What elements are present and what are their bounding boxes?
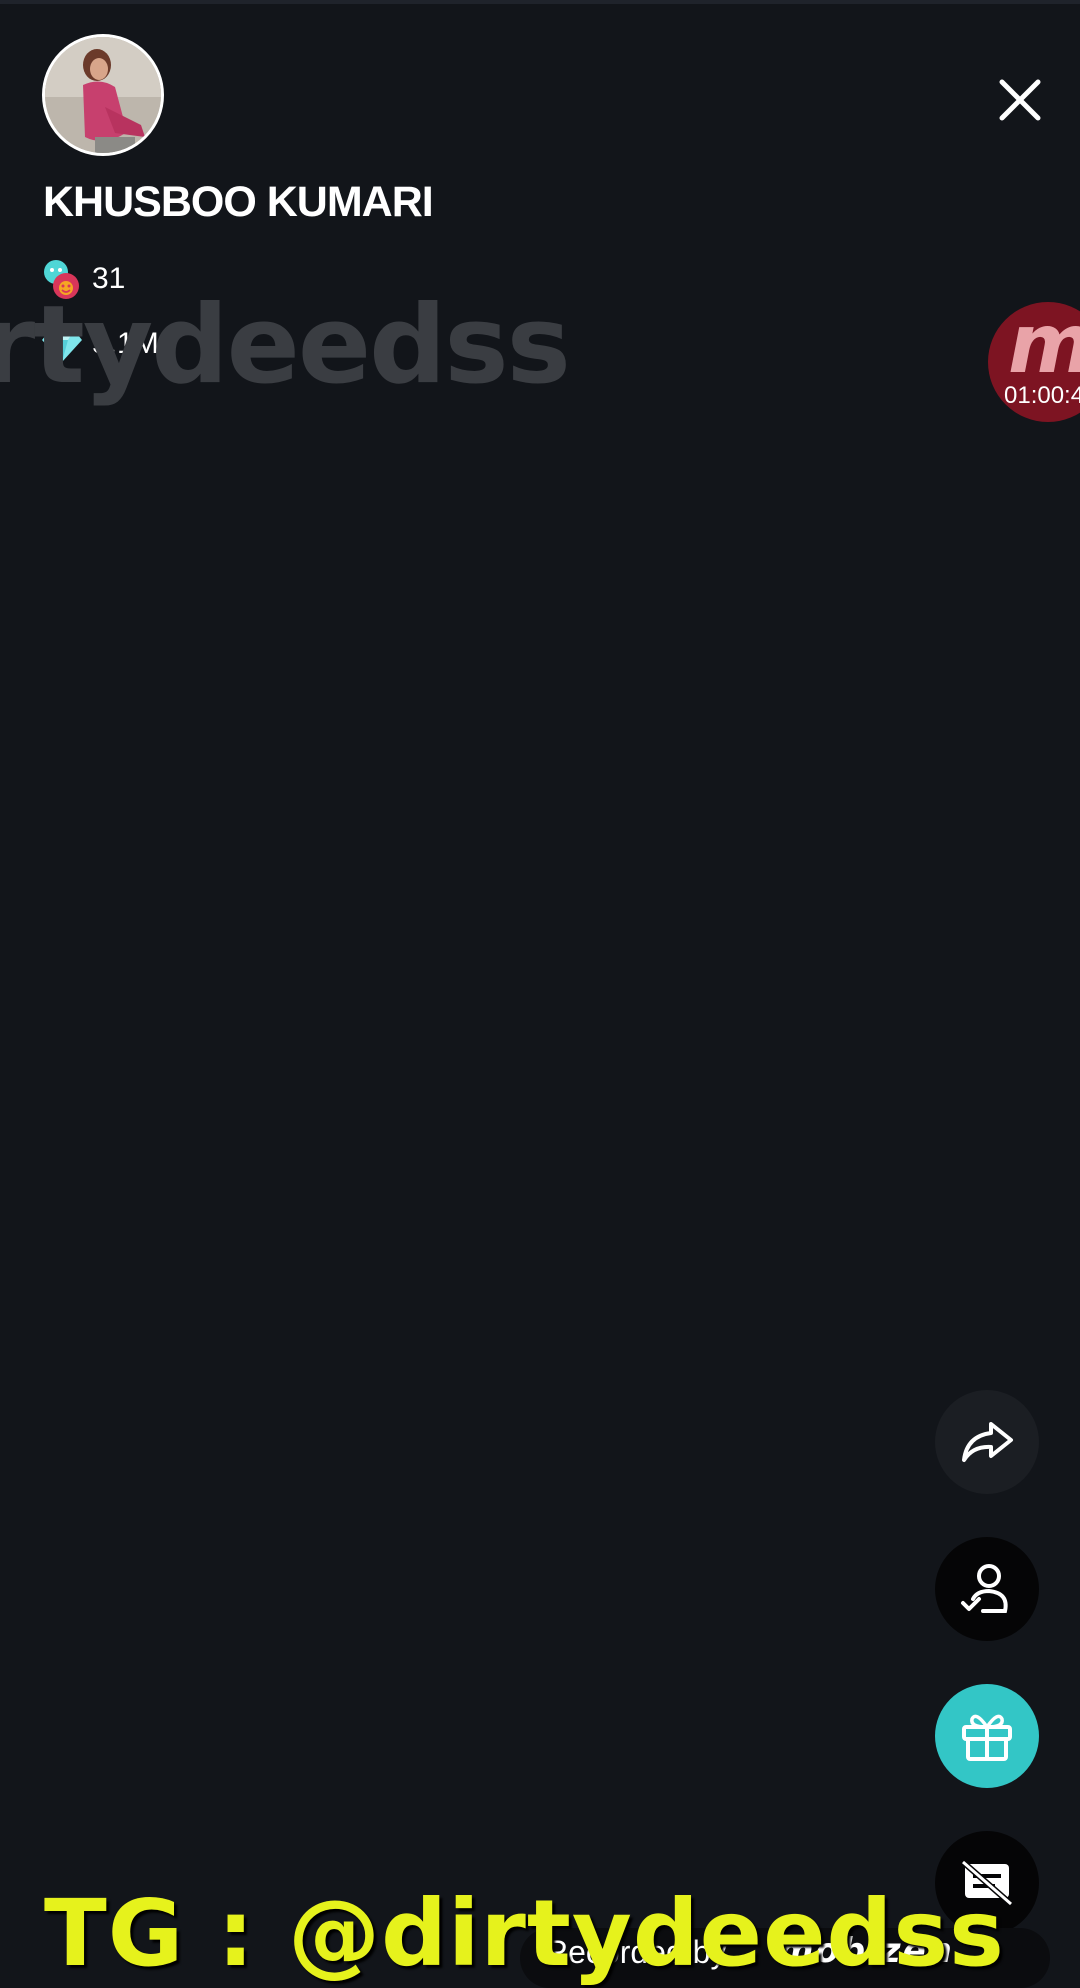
close-button[interactable] (996, 76, 1044, 124)
streamer-name[interactable]: KHUSBOO KUMARI (43, 178, 434, 227)
background-watermark: rtydeedss (0, 283, 571, 408)
close-icon (999, 79, 1041, 121)
share-button[interactable] (935, 1390, 1039, 1494)
follow-button[interactable] (935, 1537, 1039, 1641)
recording-timer: 01:00:4 (1004, 382, 1080, 409)
avatar-photo (45, 37, 161, 153)
telegram-watermark: TG : @dirtydeedss (44, 1880, 1005, 1987)
profile-avatar[interactable] (42, 34, 164, 156)
share-arrow-icon (962, 1422, 1013, 1462)
gift-button[interactable] (935, 1684, 1039, 1788)
gift-icon (962, 1714, 1012, 1761)
user-check-icon (961, 1564, 1008, 1613)
top-divider (0, 0, 1080, 4)
mobizen-logo-icon: m (1008, 304, 1080, 386)
